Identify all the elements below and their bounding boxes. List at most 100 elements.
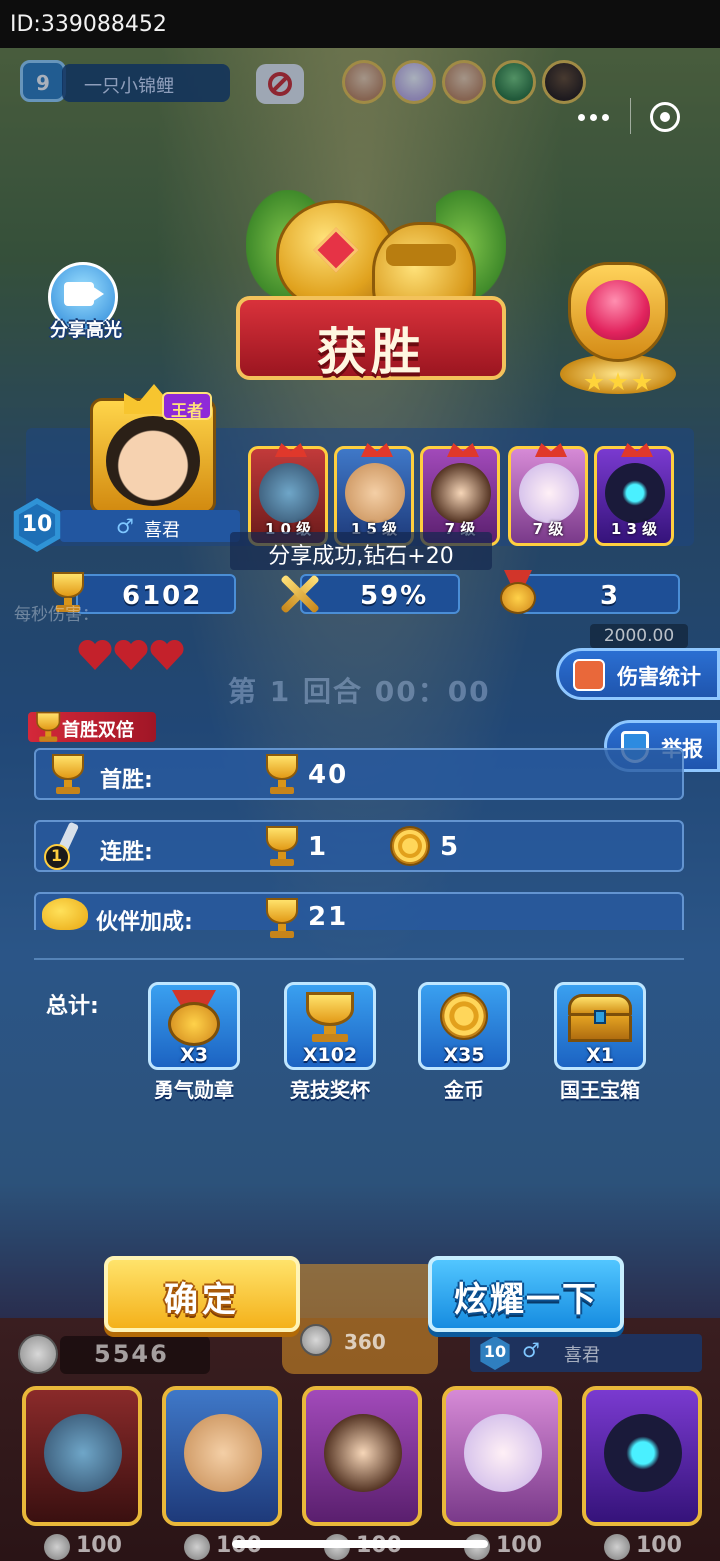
player-name-bar: ♂ 喜君 bbox=[60, 510, 240, 542]
silver-coin-icon bbox=[44, 1534, 70, 1560]
trophy-up-icon bbox=[46, 754, 90, 796]
win-rate-stat-bar: 59% bbox=[300, 574, 460, 614]
more-dots-icon[interactable] bbox=[576, 100, 620, 132]
streak-sword-icon: 1 bbox=[44, 821, 88, 870]
victory-title: 获胜 bbox=[317, 323, 425, 381]
reward-name: 金币 bbox=[444, 1078, 484, 1102]
reward-name: 国王宝箱 bbox=[560, 1078, 640, 1102]
miniprogram-capsule bbox=[562, 94, 712, 142]
total-label: 总计: bbox=[46, 994, 99, 1019]
reward-count: X3 bbox=[180, 1044, 208, 1066]
double-tag-label: 首胜双倍 bbox=[62, 720, 134, 741]
reward-name: 竞技奖杯 bbox=[290, 1078, 370, 1102]
damage-stats-button[interactable]: 伤害统计 bbox=[556, 648, 720, 700]
battle-hero-slot: 100 bbox=[302, 1386, 422, 1560]
streak-count: 1 bbox=[51, 846, 63, 865]
reward-count: X1 bbox=[586, 1044, 614, 1066]
reward-label: 首胜: bbox=[100, 768, 153, 793]
battle-hero-slot: 100 bbox=[582, 1386, 702, 1560]
silver-coin-icon bbox=[604, 1534, 630, 1560]
share-success-toast: 分享成功,钻石+20 bbox=[230, 532, 492, 570]
player-avatar[interactable]: 王者 bbox=[90, 384, 216, 514]
damage-stats-label: 伤害统计 bbox=[617, 665, 701, 689]
bg-per-second-label: 每秒伤害： bbox=[14, 605, 99, 625]
toast-text: 分享成功,钻石+20 bbox=[268, 544, 454, 569]
trophy-icon bbox=[306, 992, 354, 1026]
battle-hero-slot: 100 bbox=[162, 1386, 282, 1560]
player-name: 喜君 bbox=[144, 520, 180, 541]
trophy-count: 6102 bbox=[122, 581, 203, 611]
show-off-label: 炫耀一下 bbox=[454, 1280, 598, 1320]
silver-coin-icon bbox=[18, 1334, 58, 1374]
hero-cost: 100 bbox=[76, 1533, 122, 1558]
hero-card[interactable]: 1 0 级 bbox=[248, 443, 328, 546]
trophy-icon bbox=[260, 898, 304, 940]
silver-coin-icon bbox=[184, 1534, 210, 1560]
heart-rank-badge-icon bbox=[556, 254, 680, 400]
reward-trophy-value: 40 bbox=[308, 760, 349, 790]
reward-label: 伙伴加成: bbox=[96, 910, 193, 935]
hero-card[interactable]: 7 级 bbox=[508, 443, 588, 546]
reward-label: 连胜: bbox=[100, 840, 153, 865]
opponent-level: 10 bbox=[483, 1342, 507, 1361]
video-camera-icon bbox=[64, 282, 94, 306]
reward-count: X102 bbox=[302, 1044, 358, 1066]
trophy-icon bbox=[260, 754, 304, 796]
male-icon: ♂ bbox=[116, 514, 134, 538]
trophy-stat-bar: 6102 bbox=[76, 574, 236, 614]
hero-cost: 100 bbox=[496, 1533, 542, 1558]
win-rate-value: 59% bbox=[360, 581, 429, 611]
bg-round-timer: 第 1 回合 00：00 bbox=[228, 675, 491, 708]
list-icon bbox=[573, 659, 605, 691]
hero-card[interactable]: 1 3 级 bbox=[594, 443, 674, 546]
confirm-button[interactable]: 确定 bbox=[104, 1256, 300, 1332]
star-icon bbox=[632, 372, 652, 391]
rank-stars bbox=[584, 372, 654, 394]
reward-row-partner-bonus: 伙伴加成: 21 bbox=[34, 892, 684, 938]
hero-card[interactable]: 7 级 bbox=[420, 443, 500, 546]
first-win-double-tag: 首胜双倍 bbox=[28, 711, 156, 742]
duck-icon bbox=[42, 898, 88, 930]
target-close-icon[interactable] bbox=[650, 102, 680, 132]
victory-emblem: 获胜 bbox=[236, 180, 506, 410]
battle-hero-slot: 100 bbox=[22, 1386, 142, 1560]
crossed-swords-icon bbox=[276, 570, 324, 616]
confirm-label: 确定 bbox=[164, 1280, 240, 1320]
bg-hp-value: 2000.00 bbox=[590, 624, 688, 648]
star-icon bbox=[584, 372, 604, 391]
home-indicator[interactable] bbox=[232, 1540, 488, 1548]
hero-card[interactable]: 1 5 级 bbox=[334, 443, 414, 546]
medal-stat-bar: 3 bbox=[520, 574, 680, 614]
opponent-info: 10 ♂ 喜君 bbox=[470, 1334, 702, 1372]
silver-coin-icon bbox=[300, 1324, 332, 1356]
knight-visor bbox=[386, 244, 456, 266]
gold-coin-icon bbox=[440, 992, 488, 1040]
share-highlight-label: 分享高光 bbox=[50, 320, 122, 341]
reward-trophy-value: 21 bbox=[308, 902, 349, 932]
victory-ribbon: 获胜 bbox=[236, 296, 506, 381]
user-id-text: ID:339088452 bbox=[10, 12, 167, 37]
male-icon: ♂ bbox=[522, 1338, 540, 1362]
star-icon bbox=[608, 372, 628, 391]
rewards-divider bbox=[34, 958, 684, 960]
gold-coin-icon bbox=[390, 826, 430, 866]
reward-count: X35 bbox=[443, 1044, 485, 1066]
reward-row-win-streak: 1 连胜: 1 5 bbox=[34, 820, 684, 872]
battle-hero-slot: 100 bbox=[442, 1386, 562, 1560]
reward-coin-value: 5 bbox=[440, 832, 461, 862]
show-off-button[interactable]: 炫耀一下 bbox=[428, 1256, 624, 1332]
reward-trophy-value: 1 bbox=[308, 832, 329, 862]
trophy-icon bbox=[260, 826, 304, 868]
medal-count: 3 bbox=[600, 581, 621, 611]
hero-cost: 100 bbox=[636, 1533, 682, 1558]
capsule-divider bbox=[630, 98, 631, 134]
summon-cost: 360 bbox=[344, 1330, 386, 1354]
share-highlight-button[interactable]: 分享高光 bbox=[38, 262, 134, 342]
id-bar: ID:339088452 bbox=[0, 0, 720, 48]
hero-level: 1 3 级 bbox=[610, 520, 658, 538]
reward-row-first-win: 首胜: 40 bbox=[34, 748, 684, 800]
opponent-name: 喜君 bbox=[564, 1345, 600, 1366]
bg-hp-text: 2000.00 bbox=[603, 626, 675, 646]
player-level-text: 10 bbox=[21, 512, 53, 537]
summon-slot: 360 bbox=[282, 1264, 438, 1374]
